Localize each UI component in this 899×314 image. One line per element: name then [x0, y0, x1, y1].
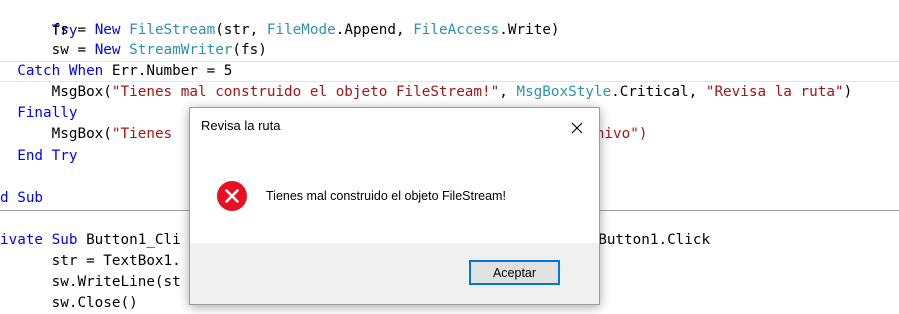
- code-token: (str,: [215, 22, 267, 38]
- code-line-finally: Finally: [0, 103, 77, 124]
- code-token: (fs): [232, 42, 267, 58]
- code-line-streamwriter: sw = New StreamWriter(fs): [0, 40, 267, 61]
- code-token: sw =: [0, 42, 95, 58]
- keyword-token: ivate Sub: [0, 232, 78, 248]
- code-token: str = TextBox1.: [0, 253, 181, 269]
- code-line-msgbox-critical: MsgBox("Tienes mal construido el objeto …: [0, 82, 853, 103]
- code-line-private-sub: ivate Sub Button1_Cli: [0, 230, 181, 251]
- code-line-close: sw.Close(): [0, 293, 138, 314]
- string-token: "Tienes mal construido el objeto FileStr…: [111, 84, 500, 100]
- string-token: "Revisa la ruta": [705, 84, 844, 100]
- close-icon: [571, 122, 583, 134]
- code-token: .Write): [499, 22, 560, 38]
- code-token: sw.Close(): [0, 295, 138, 311]
- code-token: sw.WriteLine(st: [0, 274, 181, 290]
- type-token: StreamWriter: [129, 42, 233, 58]
- code-token: ): [843, 84, 853, 100]
- dialog-body: Tienes mal construido el objeto FileStre…: [190, 148, 599, 243]
- code-token: fs =: [0, 22, 95, 38]
- ok-button[interactable]: Aceptar: [469, 260, 560, 285]
- code-token: MsgBox(: [0, 126, 112, 142]
- code-line-filestream: fs = New FileStream(str, FileMode.Append…: [0, 20, 560, 41]
- type-token: MsgBoxStyle: [516, 84, 612, 100]
- close-button[interactable]: [555, 108, 599, 148]
- code-token: Err.Number = 5: [103, 63, 233, 79]
- keyword-token: New: [94, 42, 121, 58]
- code-line-try: Try: [0, 0, 78, 39]
- string-token: "Tienes: [111, 126, 173, 142]
- code-token: .Critical,: [611, 84, 706, 100]
- code-token: Button1_Cli: [77, 232, 181, 248]
- dialog-footer: Aceptar: [190, 243, 599, 304]
- code-line-end-sub: d Sub: [0, 188, 43, 209]
- code-token: .Append,: [335, 22, 414, 38]
- code-line-writeline: sw.WriteLine(st: [0, 272, 181, 293]
- code-token: MsgBox(: [0, 84, 112, 100]
- error-icon: [217, 181, 247, 211]
- keyword-token: d Sub: [0, 190, 44, 206]
- dialog-message: Tienes mal construido el objeto FileStre…: [266, 189, 506, 203]
- keyword-token: New: [94, 22, 121, 38]
- type-token: FileStream: [129, 22, 216, 38]
- code-token: Button1.Click: [589, 232, 711, 248]
- keyword-token: End Try: [0, 148, 78, 164]
- code-line-str-assign: str = TextBox1.: [0, 251, 181, 272]
- code-line-msgbox-finally: MsgBox("Tienes: [0, 124, 173, 145]
- type-token: FileAccess: [413, 22, 500, 38]
- keyword-token: Finally: [0, 105, 78, 121]
- code-line-end-try: End Try: [0, 146, 77, 167]
- type-token: FileMode: [266, 22, 336, 38]
- message-box-dialog: Revisa la ruta Tienes mal construido el …: [189, 107, 600, 305]
- code-line-catch: Catch When Err.Number = 5: [0, 61, 232, 82]
- code-line-private-sub-tail: s Button1.Click: [581, 230, 710, 251]
- code-token: ,: [499, 84, 517, 100]
- keyword-token: Catch When: [0, 63, 104, 79]
- dialog-title: Revisa la ruta: [201, 118, 281, 133]
